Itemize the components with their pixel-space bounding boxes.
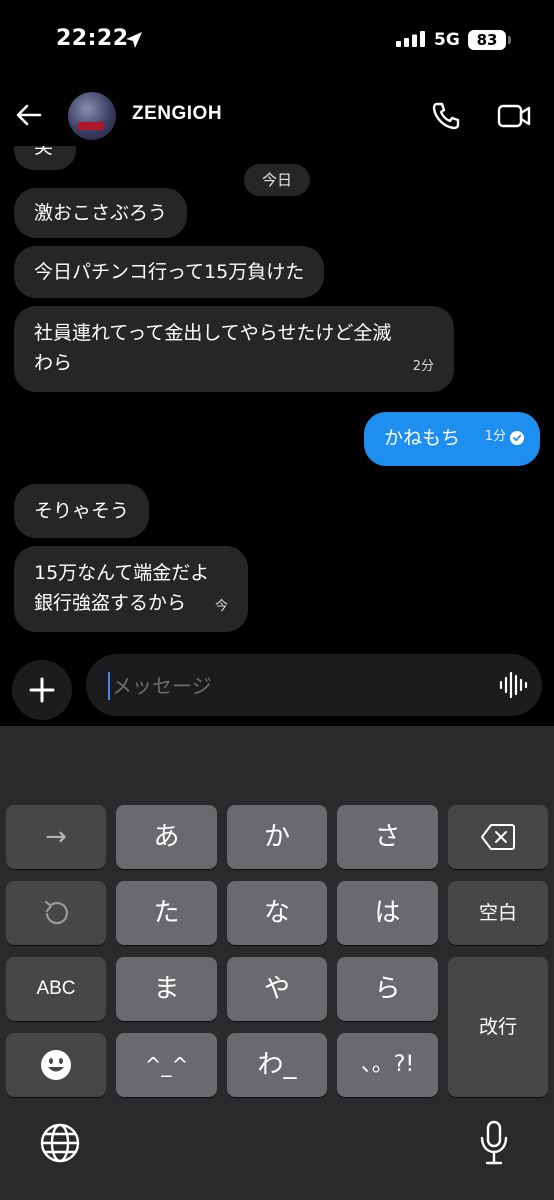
key-space[interactable]: 空白 — [448, 881, 548, 945]
voice-message-icon[interactable] — [498, 670, 528, 700]
key-next-character[interactable]: → — [6, 805, 106, 869]
message-text: そりゃそう — [34, 500, 130, 522]
key-undo[interactable] — [6, 881, 106, 945]
message-text: 今日パチンコ行って15万負けた — [34, 261, 305, 283]
key-abc-switch[interactable]: ABC — [6, 957, 106, 1021]
message-received[interactable]: 今日パチンコ行って15万負けた — [14, 246, 325, 298]
message-timestamp: 1分 — [484, 429, 506, 444]
status-time: 22:22 — [56, 26, 129, 51]
message-sent[interactable]: かねもち 1分 — [364, 412, 540, 466]
message-text-line: 銀行強盗するから — [34, 592, 187, 614]
message-placeholder: メッセージ — [112, 674, 212, 698]
key-ra[interactable]: ら — [337, 957, 438, 1021]
phone-call-icon[interactable] — [430, 100, 462, 132]
key-emoji[interactable] — [6, 1033, 106, 1097]
chat-header: ZENGIOH — [0, 84, 554, 146]
message-text-line: 15万なんて端金だよ — [34, 562, 210, 584]
message-text: 激おこさぶろう — [34, 202, 168, 224]
key-ha[interactable]: は — [337, 881, 438, 945]
location-arrow-icon — [126, 32, 142, 48]
battery-cap — [508, 36, 511, 44]
cellular-signal-icon — [396, 31, 425, 47]
message-text-line: 社員連れてって金出してやらせたけど全滅 — [34, 322, 392, 344]
avatar-emblem — [78, 122, 104, 130]
video-call-icon[interactable] — [496, 100, 532, 132]
emoji-icon — [41, 1050, 71, 1080]
key-a[interactable]: あ — [116, 805, 217, 869]
japanese-kana-keyboard: → あ か さ た な は 空白 ABC ま や ら 改行 ^_^ わ_ 、。?… — [0, 726, 554, 1200]
network-type: 5G — [434, 30, 460, 50]
dictation-mic-icon[interactable] — [478, 1120, 510, 1166]
add-attachment-button[interactable] — [12, 660, 72, 720]
avatar[interactable] — [68, 92, 116, 140]
message-received[interactable]: 激おこさぶろう — [14, 188, 188, 238]
key-ta[interactable]: た — [116, 881, 217, 945]
plus-icon — [29, 677, 55, 703]
key-ya[interactable]: や — [227, 957, 327, 1021]
message-received[interactable]: 社員連れてって金出してやらせたけど全滅 わら 2分 — [14, 306, 454, 392]
undo-icon — [44, 900, 68, 925]
back-arrow-icon[interactable] — [14, 100, 44, 130]
backspace-icon — [481, 824, 515, 850]
message-received[interactable]: そりゃそう — [14, 484, 150, 538]
message-input[interactable]: メッセージ — [86, 654, 542, 716]
key-na[interactable]: な — [227, 881, 327, 945]
globe-icon[interactable] — [39, 1122, 81, 1164]
date-divider: 今日 — [244, 164, 310, 196]
message-text: かねもち — [384, 427, 461, 449]
key-ka[interactable]: か — [227, 805, 327, 869]
message-text-line: わら — [34, 352, 73, 374]
key-return[interactable]: 改行 — [448, 957, 548, 1097]
message-received[interactable]: 15万なんて端金だよ 銀行強盗するから 今 — [14, 546, 248, 632]
message-timestamp: 2分 — [412, 359, 434, 374]
key-sa[interactable]: さ — [337, 805, 438, 869]
text-caret — [108, 672, 110, 700]
chat-thread[interactable]: 今日 笑 激おこさぶろう 今日パチンコ行って15万負けた 社員連れてって金出して… — [0, 84, 554, 654]
status-bar: 22:22 5G 83 — [0, 0, 554, 84]
contact-name[interactable]: ZENGIOH — [132, 103, 222, 125]
read-check-icon — [510, 431, 524, 445]
key-kaomoji[interactable]: ^_^ — [116, 1033, 217, 1097]
message-timestamp: 今 — [214, 599, 228, 614]
key-punctuation[interactable]: 、。?! — [337, 1033, 438, 1097]
battery-level: 83 — [468, 30, 506, 50]
message-composer: メッセージ — [0, 654, 554, 726]
key-ma[interactable]: ま — [116, 957, 217, 1021]
key-wa[interactable]: わ_ — [227, 1033, 327, 1097]
key-delete[interactable] — [448, 805, 548, 869]
